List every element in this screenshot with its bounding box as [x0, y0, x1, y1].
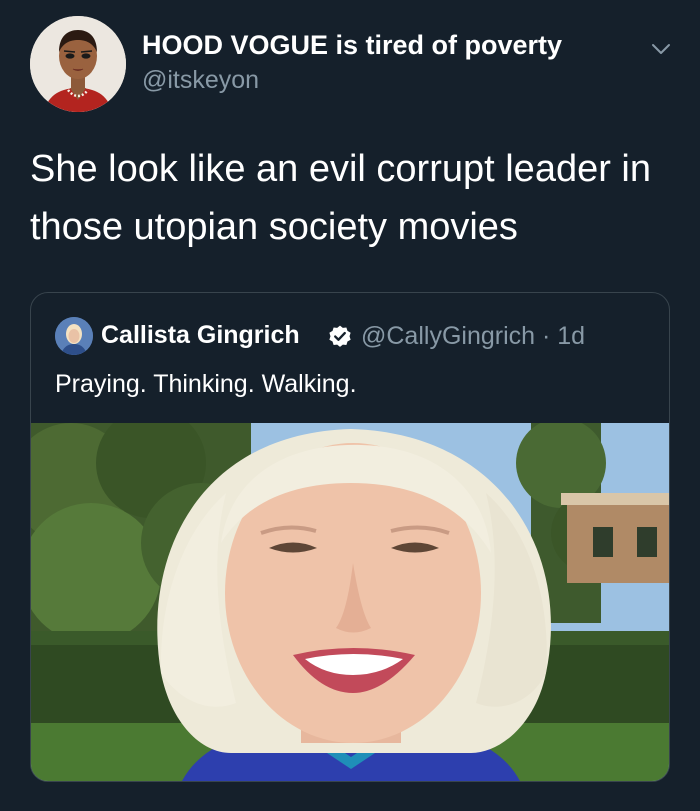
tweet: HOOD VOGUE is tired of poverty @itskeyon…: [0, 0, 700, 811]
quoted-author-name[interactable]: Callista Gingrich: [101, 321, 300, 350]
author-avatar[interactable]: [30, 16, 126, 112]
quoted-author-avatar[interactable]: [55, 317, 93, 355]
verified-badge-icon: [329, 325, 351, 347]
author-handle[interactable]: @itskeyon: [142, 66, 259, 95]
quoted-tweet-photo[interactable]: [31, 423, 669, 781]
meta-separator: ·: [535, 322, 558, 350]
tweet-menu-button[interactable]: [646, 34, 676, 64]
portrait-avatar-icon: [55, 317, 93, 355]
tweet-text: She look like an evil corrupt leader in …: [30, 148, 652, 248]
quoted-tweet-meta: @CallyGingrich · 1d: [361, 322, 585, 351]
cartoon-avatar-icon: [30, 16, 126, 112]
quoted-author-handle[interactable]: @CallyGingrich: [361, 322, 535, 350]
quoted-tweet[interactable]: Callista Gingrich @CallyGingrich · 1d Pr…: [30, 292, 670, 782]
quoted-tweet-text: Praying. Thinking. Walking.: [55, 370, 357, 398]
chevron-down-icon: [652, 44, 670, 54]
photo-icon: [31, 423, 669, 781]
author-display-name[interactable]: HOOD VOGUE is tired of poverty: [142, 30, 562, 61]
quoted-tweet-time[interactable]: 1d: [557, 322, 585, 350]
